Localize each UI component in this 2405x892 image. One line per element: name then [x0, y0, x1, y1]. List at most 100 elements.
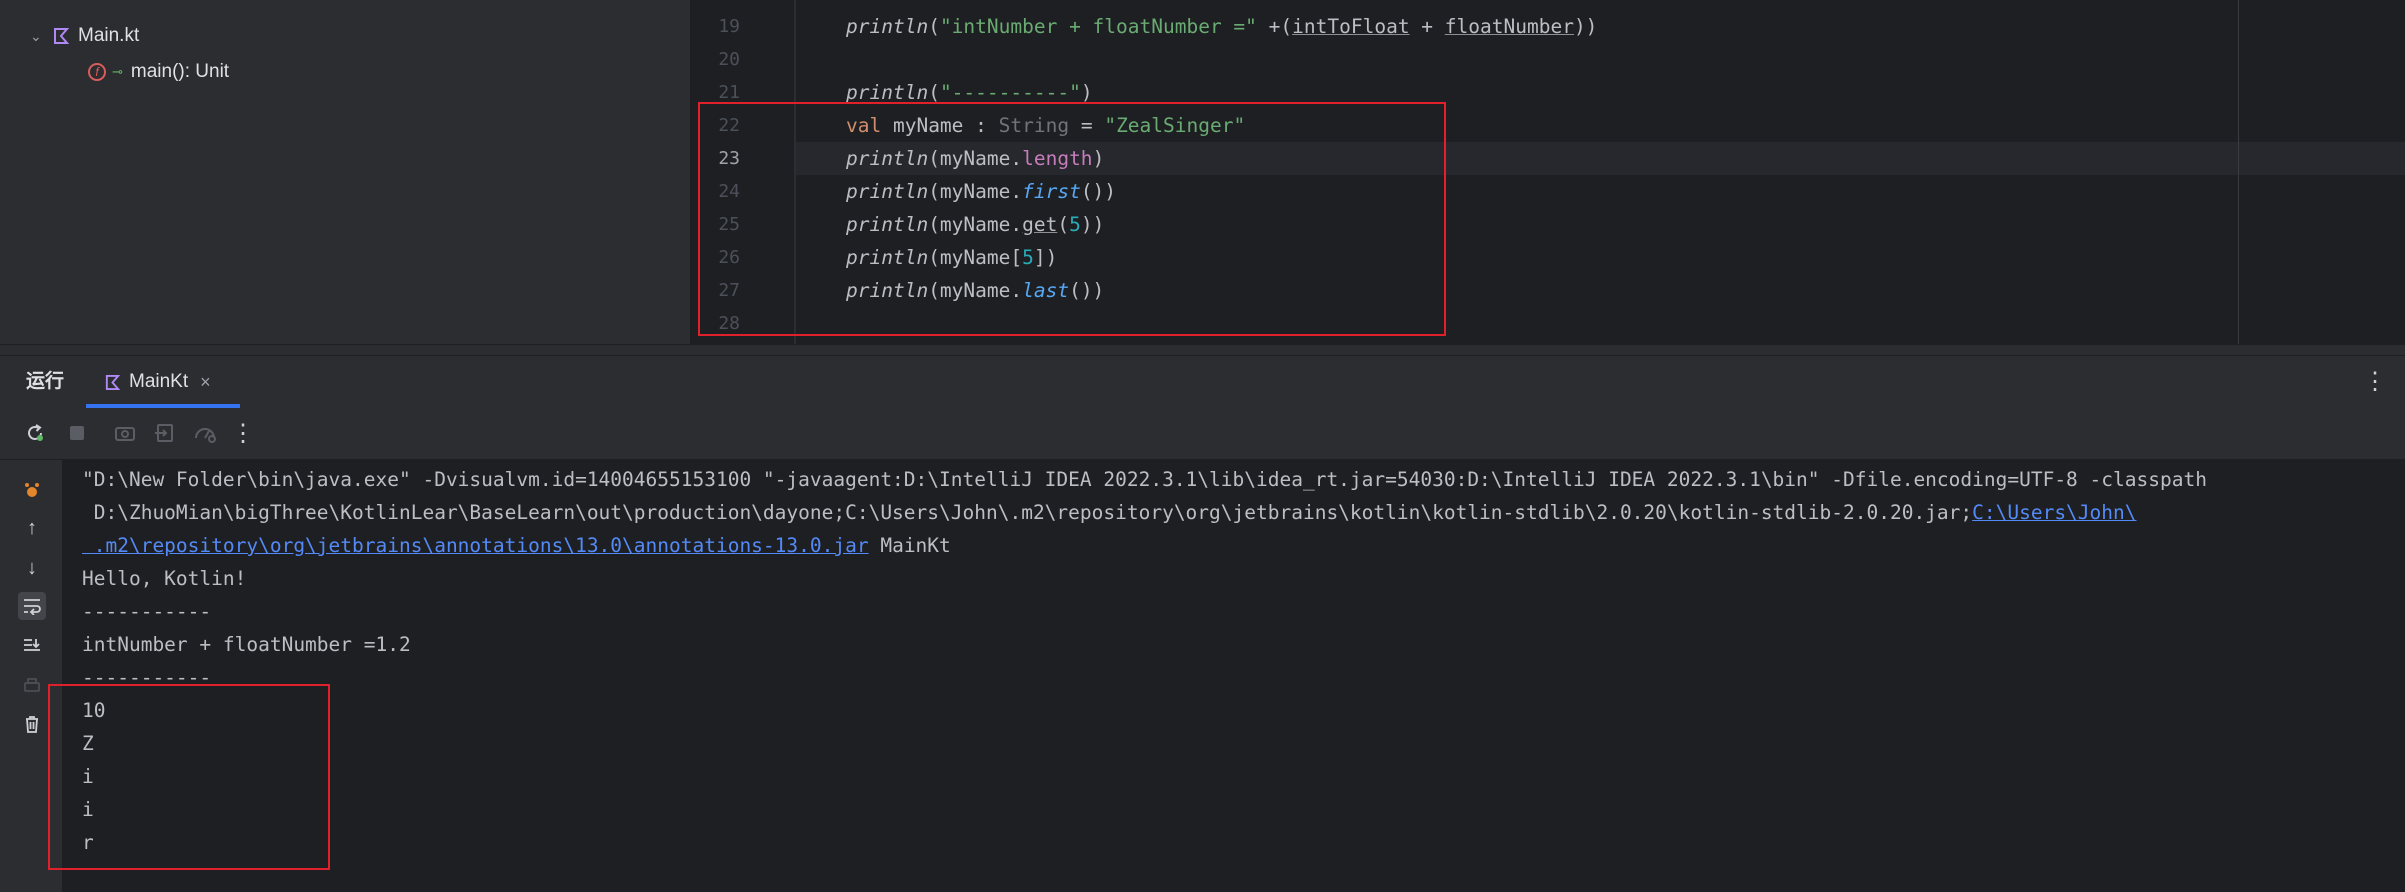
- token-type: String: [998, 114, 1070, 137]
- token-punct: ]): [1033, 246, 1058, 269]
- code-line-22[interactable]: val myName : String = "ZealSinger": [846, 109, 1245, 142]
- run-tool-window-header: 运行 MainKt × ⋮: [0, 356, 2405, 408]
- more-options-icon[interactable]: ⋮: [2363, 356, 2387, 408]
- tool-window-divider[interactable]: [0, 344, 2405, 356]
- line-number: 26: [718, 247, 740, 268]
- console-output-line: i: [82, 798, 94, 821]
- token-keyword: val: [846, 114, 882, 137]
- token-punct: +(: [1256, 15, 1293, 38]
- token-punct: (myName[: [928, 246, 1023, 269]
- code-line-19[interactable]: println("intNumber + floatNumber =" +(in…: [846, 10, 1597, 43]
- token-function: println: [846, 81, 929, 104]
- token-punct: (myName.: [928, 279, 1023, 302]
- console-path-link[interactable]: .m2\repository\org\jetbrains\annotations…: [82, 534, 869, 557]
- console-command-line: "D:\New Folder\bin\java.exe" -Dvisualvm.…: [82, 468, 2207, 491]
- arrow-down-icon[interactable]: ↓: [18, 554, 46, 582]
- more-icon[interactable]: ⋮: [230, 420, 256, 447]
- token-punct: (myName.: [928, 180, 1023, 203]
- arrow-up-icon[interactable]: ↑: [18, 514, 46, 542]
- code-line-25[interactable]: println(myName.get(5)): [846, 208, 1104, 241]
- code-line-24[interactable]: println(myName.first()): [846, 175, 1116, 208]
- scroll-to-end-icon[interactable]: [18, 632, 46, 660]
- run-toolbar: ⋮: [0, 408, 2405, 460]
- restore-layout-icon[interactable]: [152, 420, 178, 446]
- token-operator: =: [1069, 114, 1105, 137]
- function-icon: f: [88, 63, 106, 81]
- tab-label: MainKt: [129, 371, 189, 392]
- debug-icon[interactable]: [18, 476, 46, 504]
- screenshot-icon[interactable]: [112, 420, 138, 446]
- token-punct: (: [928, 81, 940, 104]
- chevron-down-icon[interactable]: ⌄: [30, 28, 52, 45]
- close-icon[interactable]: ×: [200, 372, 211, 393]
- token-extension-function: first: [1022, 180, 1081, 203]
- kotlin-file-icon: [52, 27, 70, 45]
- console-output-line: r: [82, 831, 94, 854]
- soft-wrap-icon[interactable]: [18, 592, 46, 620]
- line-number: 22: [718, 115, 740, 136]
- token-variable: intToFloat: [1292, 15, 1410, 38]
- console-output-line: 10: [82, 699, 106, 722]
- right-margin-guide: [2238, 0, 2239, 344]
- kotlin-run-config-icon: [104, 374, 121, 391]
- line-number: 25: [718, 214, 740, 235]
- console-text: D:\ZhuoMian\bigThree\KotlinLear\BaseLear…: [82, 501, 1973, 524]
- token-number: 5: [1022, 246, 1034, 269]
- code-line-27[interactable]: println(myName.last()): [846, 274, 1104, 307]
- console-output-line: Hello, Kotlin!: [82, 567, 247, 590]
- token-punct: (myName.: [928, 213, 1023, 236]
- tree-item-main-function[interactable]: f ⊸ main(): Unit: [88, 57, 229, 87]
- code-line-23[interactable]: println(myName.length): [846, 142, 1104, 175]
- token-punct: )): [1573, 15, 1598, 38]
- line-number: 20: [718, 49, 740, 70]
- line-number: 21: [718, 82, 740, 103]
- token-variable: floatNumber: [1444, 15, 1574, 38]
- settings-icon[interactable]: [192, 420, 218, 446]
- token-function: println: [846, 15, 929, 38]
- token-operator: +: [1409, 15, 1445, 38]
- token-property: length: [1022, 147, 1093, 170]
- public-visibility-icon: ⊸: [112, 64, 123, 79]
- console-output[interactable]: "D:\New Folder\bin\java.exe" -Dvisualvm.…: [62, 460, 2405, 892]
- token-string: "----------": [939, 81, 1081, 104]
- line-number: 19: [718, 16, 740, 37]
- token-punct: ): [1080, 81, 1093, 104]
- console-output-line: i: [82, 765, 94, 788]
- rerun-icon[interactable]: [22, 420, 48, 446]
- token-identifier: myName :: [881, 114, 999, 137]
- line-number: 27: [718, 280, 740, 301]
- code-editor[interactable]: 19 20 21 22 23 24 25 26 27 28 println("i…: [690, 0, 2405, 344]
- stop-icon[interactable]: [64, 420, 90, 446]
- token-punct: ()): [1069, 279, 1105, 302]
- console-output-line: intNumber + floatNumber =1.2: [82, 633, 411, 656]
- clear-all-icon[interactable]: [18, 710, 46, 738]
- token-punct: )): [1080, 213, 1105, 236]
- tree-item-label: main(): Unit: [130, 61, 230, 82]
- tab-mainkt[interactable]: MainKt ×: [86, 356, 240, 408]
- token-punct: (: [1057, 213, 1070, 236]
- token-function: println: [846, 213, 929, 236]
- tree-item-main-kt[interactable]: ⌄ Main.kt: [30, 21, 139, 51]
- print-icon[interactable]: [18, 672, 46, 700]
- run-tool-window-title: 运行: [26, 371, 65, 392]
- token-string: "intNumber + floatNumber =": [939, 15, 1257, 38]
- token-extension-function: last: [1022, 279, 1070, 302]
- gutter-separator: [794, 0, 796, 344]
- line-number: 23: [718, 148, 740, 169]
- token-function: println: [846, 246, 929, 269]
- tree-item-label: Main.kt: [78, 25, 140, 46]
- token-number: 5: [1069, 213, 1081, 236]
- console-path-link[interactable]: C:\Users\John\: [1972, 501, 2136, 524]
- token-string: "ZealSinger": [1104, 114, 1246, 137]
- code-line-26[interactable]: println(myName[5]): [846, 241, 1057, 274]
- token-function: println: [846, 147, 929, 170]
- console-output-line: Z: [82, 732, 94, 755]
- structure-panel: ⌄ Main.kt f ⊸ main(): Unit: [0, 0, 690, 344]
- code-line-21[interactable]: println("----------"): [846, 76, 1093, 109]
- console-output-line: -----------: [82, 600, 212, 623]
- token-function: println: [846, 180, 929, 203]
- token-function: println: [846, 279, 929, 302]
- token-method: get: [1022, 213, 1058, 236]
- console-output-line: -----------: [82, 666, 212, 689]
- line-number: 24: [718, 181, 740, 202]
